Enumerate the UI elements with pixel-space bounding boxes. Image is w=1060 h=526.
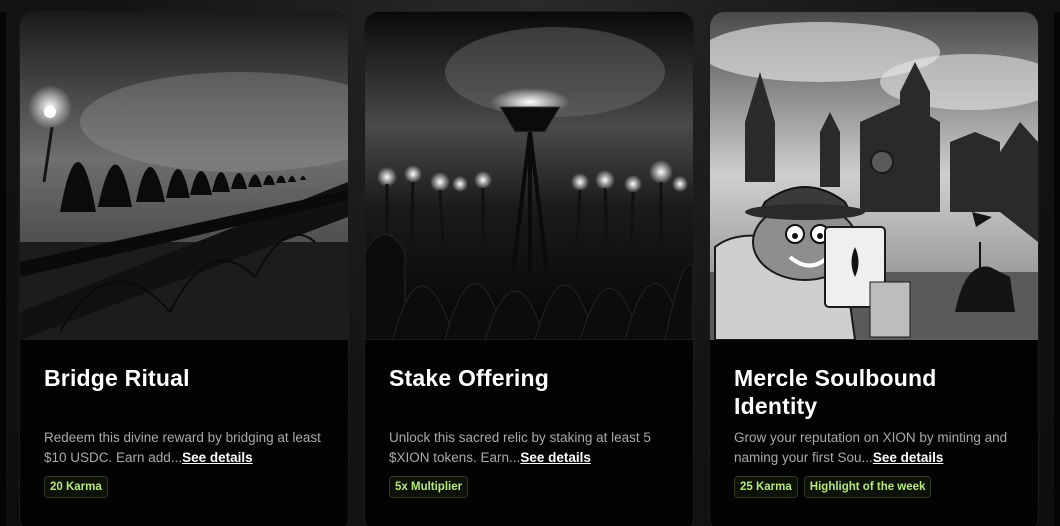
- karma-badge: 20 Karma: [44, 476, 108, 498]
- quest-card-mercle-soulbound-identity[interactable]: Mercle Soulbound Identity Grow your repu…: [710, 12, 1038, 526]
- card-title: Bridge Ritual: [44, 365, 190, 391]
- karma-badge: 25 Karma: [734, 476, 798, 498]
- card-title: Mercle Soulbound Identity: [734, 365, 937, 419]
- torch-crowd-image: [365, 12, 693, 340]
- see-details-link[interactable]: See details: [182, 450, 253, 465]
- card-title: Stake Offering: [389, 365, 550, 391]
- quest-card-stake-offering[interactable]: Stake Offering Unlock this sacred relic …: [365, 12, 693, 526]
- see-details-link[interactable]: See details: [873, 450, 944, 465]
- quest-card-bridge-ritual[interactable]: Bridge Ritual Redeem this divine reward …: [20, 12, 348, 526]
- tag-list: 5x Multiplier: [389, 476, 469, 498]
- see-details-link[interactable]: See details: [520, 450, 591, 465]
- quest-carousel: Bridge Ritual Redeem this divine reward …: [0, 0, 1060, 526]
- frog-castle-image: [710, 12, 1038, 340]
- description-text: Grow your reputation on XION by minting …: [734, 430, 1008, 465]
- card-description: Redeem this divine reward by bridging at…: [44, 428, 334, 468]
- next-card-edge[interactable]: [1054, 12, 1060, 526]
- card-description: Grow your reputation on XION by minting …: [734, 428, 1024, 468]
- tag-list: 25 Karma Highlight of the week: [734, 476, 932, 498]
- card-description: Unlock this sacred relic by staking at l…: [389, 428, 679, 468]
- previous-card-edge[interactable]: [0, 12, 6, 526]
- tag-list: 20 Karma: [44, 476, 108, 498]
- hooded-figures-bridge-image: [20, 12, 348, 340]
- highlight-badge: Highlight of the week: [803, 476, 932, 498]
- multiplier-badge: 5x Multiplier: [389, 476, 469, 498]
